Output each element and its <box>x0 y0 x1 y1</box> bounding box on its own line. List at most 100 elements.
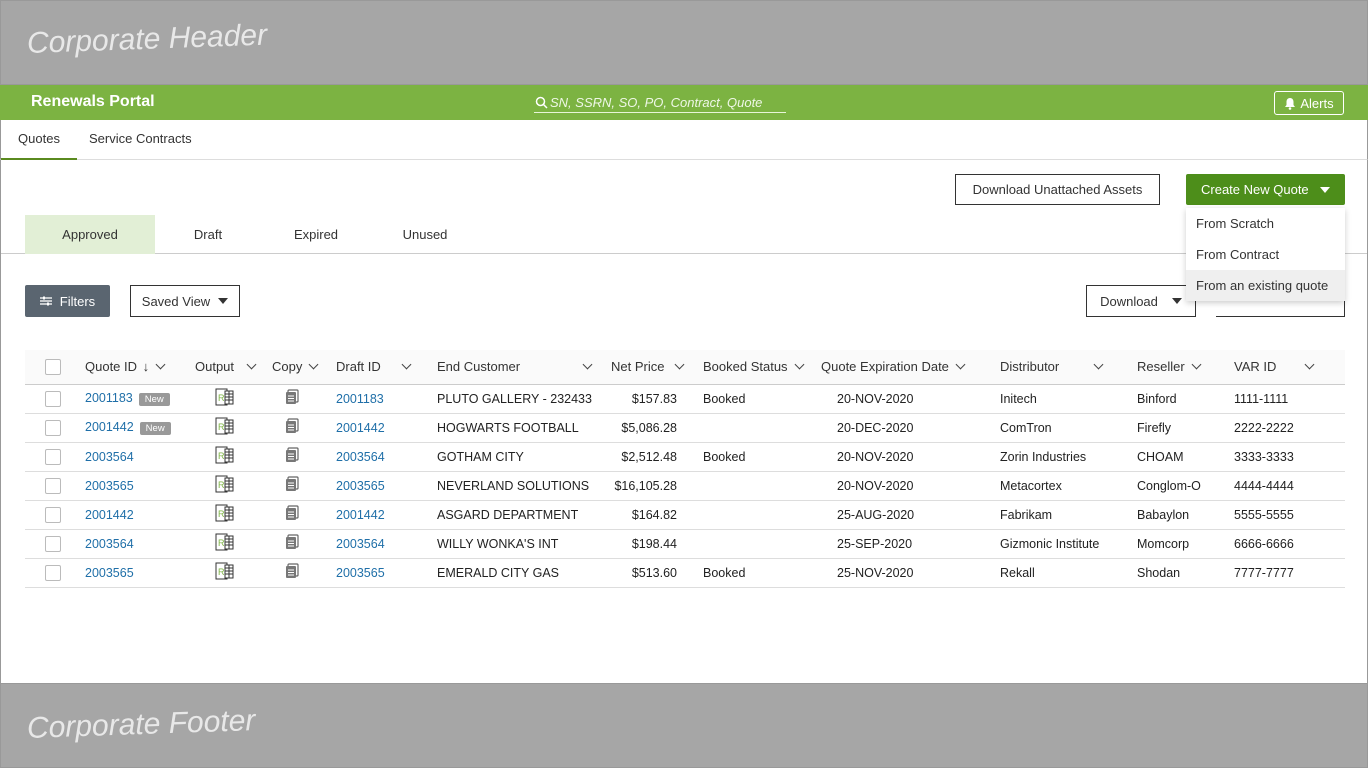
booked-status-cell: Booked <box>703 442 821 472</box>
table-row[interactable]: 2003564 R 2003564 WILLY WONKA'S INT $198.44 2… <box>25 529 1345 559</box>
corporate-header-title: Corporate Header <box>26 18 268 60</box>
quote-id-link[interactable]: 2001183 <box>85 391 133 405</box>
tab-draft[interactable]: Draft <box>171 215 245 254</box>
table-row[interactable]: 2001183 New R 2001183 PLUTO GALLERY - 232433… <box>25 384 1345 414</box>
draft-id-link[interactable]: 2001442 <box>336 421 385 435</box>
filters-button[interactable]: Filters <box>25 285 110 317</box>
col-reseller[interactable]: Reseller <box>1137 350 1234 385</box>
row-checkbox[interactable] <box>45 448 61 465</box>
copy-icon[interactable] <box>284 389 300 408</box>
copy-icon[interactable] <box>284 447 300 466</box>
alerts-label: Alerts <box>1300 95 1334 111</box>
menu-item-from-existing-quote[interactable]: From an existing quote <box>1186 270 1345 301</box>
reseller-cell: Shodan <box>1137 558 1234 588</box>
copy-icon[interactable] <box>284 505 300 524</box>
draft-id-link[interactable]: 2003564 <box>336 450 385 464</box>
col-draft-id[interactable]: Draft ID <box>336 350 437 385</box>
report-output-icon[interactable]: R <box>215 533 235 555</box>
download-unattached-assets-button[interactable]: Download Unattached Assets <box>955 174 1160 205</box>
menu-item-from-scratch[interactable]: From Scratch <box>1186 208 1345 239</box>
quote-id-cell: 2003565 <box>85 558 195 588</box>
filters-label: Filters <box>59 293 96 309</box>
select-all-checkbox[interactable] <box>45 359 61 376</box>
booked-status-cell <box>703 529 821 559</box>
tab-expired[interactable]: Expired <box>279 215 353 254</box>
quote-id-link[interactable]: 2003564 <box>85 450 134 464</box>
draft-id-link[interactable]: 2001442 <box>336 508 385 522</box>
col-distributor[interactable]: Distributor <box>1000 350 1137 385</box>
menu-item-from-contract[interactable]: From Contract <box>1186 239 1345 270</box>
chevron-down-icon <box>1171 298 1182 304</box>
draft-id-link[interactable]: 2003564 <box>336 537 385 551</box>
col-var-id[interactable]: VAR ID <box>1234 350 1345 385</box>
distributor-cell: ComTron <box>1000 413 1137 443</box>
report-output-icon[interactable]: R <box>215 417 235 439</box>
copy-icon[interactable] <box>284 563 300 582</box>
col-net-price[interactable]: Net Price <box>611 350 703 385</box>
create-new-quote-button[interactable]: Create New Quote <box>1186 174 1345 205</box>
distributor-cell: Zorin Industries <box>1000 442 1137 472</box>
main-content: Download Unattached Assets Create New Qu… <box>0 160 1368 683</box>
quote-id-link[interactable]: 2001442 <box>85 508 134 522</box>
row-select-cell <box>25 384 85 414</box>
tab-quotes[interactable]: Quotes <box>1 120 77 160</box>
saved-view-dropdown[interactable]: Saved View <box>130 285 240 317</box>
table-row[interactable]: 2001442 New R 2001442 HOGWARTS FOOTBALL $5,08… <box>25 413 1345 443</box>
col-quote-expiration-date[interactable]: Quote Expiration Date <box>821 350 1000 385</box>
quote-id-link[interactable]: 2003565 <box>85 566 134 580</box>
draft-id-link[interactable]: 2001183 <box>336 392 384 406</box>
distributor-cell: Initech <box>1000 384 1137 414</box>
row-checkbox[interactable] <box>45 390 61 407</box>
end-customer-cell: HOGWARTS FOOTBALL <box>437 413 611 443</box>
copy-icon[interactable] <box>284 534 300 553</box>
table-body: 2001183 New R 2001183 PLUTO GALLERY - 232433… <box>25 384 1345 588</box>
main-tabs: Quotes Service Contracts <box>0 120 1368 160</box>
quote-id-link[interactable]: 2003564 <box>85 537 134 551</box>
row-checkbox[interactable] <box>45 506 61 523</box>
table-row[interactable]: 2003565 R 2003565 EMERALD CITY GAS $513.60 Bo… <box>25 558 1345 588</box>
row-checkbox[interactable] <box>45 419 61 436</box>
table-row[interactable]: 2001442 R 2001442 ASGARD DEPARTMENT $164.82 2… <box>25 500 1345 530</box>
tab-approved[interactable]: Approved <box>25 215 155 254</box>
tab-unused[interactable]: Unused <box>388 215 462 254</box>
col-quote-id[interactable]: Quote ID ↓ <box>85 350 195 385</box>
search-input[interactable] <box>550 94 780 110</box>
col-booked-status[interactable]: Booked Status <box>703 350 821 385</box>
draft-id-link[interactable]: 2003565 <box>336 479 385 493</box>
report-output-icon[interactable]: R <box>215 562 235 584</box>
row-checkbox[interactable] <box>45 564 61 581</box>
status-tabs: Approved Draft Expired Unused <box>1 215 1367 254</box>
corporate-footer: Corporate Footer <box>0 683 1368 768</box>
quote-id-link[interactable]: 2001442 <box>85 420 134 434</box>
report-output-icon[interactable]: R <box>215 388 235 410</box>
row-checkbox[interactable] <box>45 477 61 494</box>
draft-id-cell: 2003565 <box>336 558 437 588</box>
tab-service-contracts[interactable]: Service Contracts <box>89 120 192 160</box>
copy-cell <box>272 442 336 472</box>
bell-icon <box>1285 97 1296 110</box>
expiration-date-cell: 25-AUG-2020 <box>821 500 1000 530</box>
table-row[interactable]: 2003565 R 2003565 NEVERLAND SOLUTIONS $16,10… <box>25 471 1345 501</box>
report-output-icon[interactable]: R <box>215 446 235 468</box>
col-output[interactable]: Output <box>195 350 272 385</box>
quote-id-cell: 2003564 <box>85 442 195 472</box>
chevron-down-icon <box>308 359 319 370</box>
distributor-cell: Rekall <box>1000 558 1137 588</box>
quote-id-link[interactable]: 2003565 <box>85 479 134 493</box>
table-row[interactable]: 2003564 R 2003564 GOTHAM CITY $2,512.48 Booke… <box>25 442 1345 472</box>
copy-icon[interactable] <box>284 476 300 495</box>
report-output-icon[interactable]: R <box>215 504 235 526</box>
copy-icon[interactable] <box>284 418 300 437</box>
col-copy[interactable]: Copy <box>272 350 336 385</box>
draft-id-link[interactable]: 2003565 <box>336 566 385 580</box>
chevron-down-icon <box>1319 186 1330 193</box>
download-dropdown[interactable]: Download <box>1086 285 1196 317</box>
row-checkbox[interactable] <box>45 535 61 552</box>
net-price-cell: $198.44 <box>611 529 703 559</box>
copy-cell <box>272 413 336 443</box>
col-end-customer[interactable]: End Customer <box>437 350 611 385</box>
quote-id-cell: 2003564 <box>85 529 195 559</box>
alerts-button[interactable]: Alerts <box>1274 91 1344 115</box>
expiration-date-cell: 25-SEP-2020 <box>821 529 1000 559</box>
report-output-icon[interactable]: R <box>215 475 235 497</box>
